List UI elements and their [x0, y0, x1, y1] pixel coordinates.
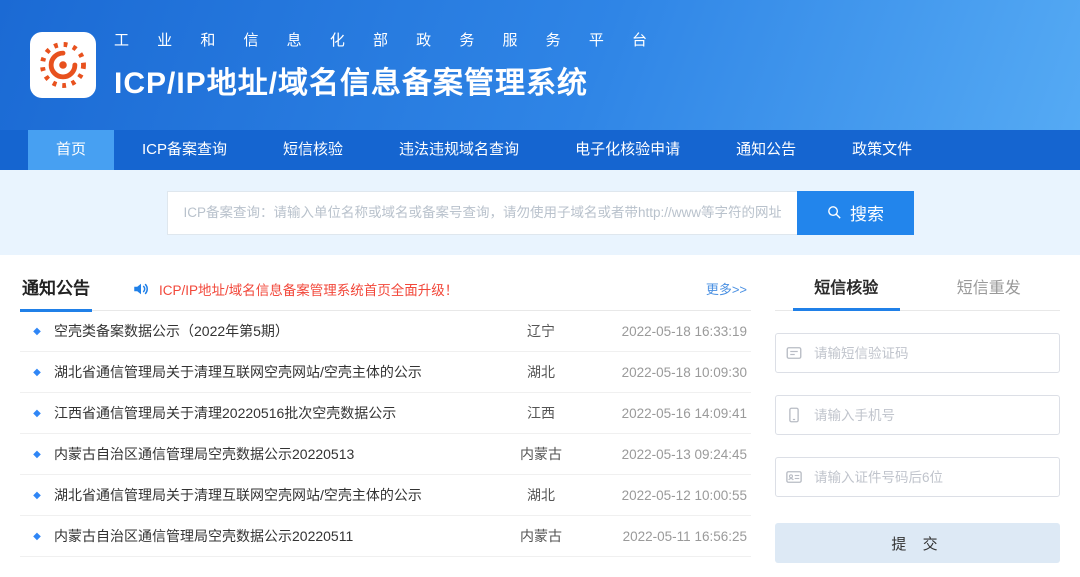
site-header: 工 业 和 信 息 化 部 政 务 服 务 平 台 ICP/IP地址/域名信息备…: [0, 0, 1080, 130]
nav-item-notices[interactable]: 通知公告: [708, 130, 824, 170]
main-nav: 首页 ICP备案查询 短信核验 违法违规域名查询 电子化核验申请 通知公告 政策…: [0, 130, 1080, 170]
diamond-bullet-icon: ◆: [20, 367, 54, 378]
diamond-bullet-icon: ◆: [20, 326, 54, 337]
notice-title[interactable]: 江西省通信管理局关于清理20220516批次空壳数据公示: [54, 403, 496, 423]
header-text: 工 业 和 信 息 化 部 政 务 服 务 平 台 ICP/IP地址/域名信息备…: [114, 29, 659, 102]
more-link[interactable]: 更多>>: [706, 279, 751, 298]
site-logo: [30, 32, 96, 98]
notice-title[interactable]: 内蒙古自治区通信管理局空壳数据公示20220511: [54, 526, 496, 546]
notice-datetime: 2022-05-18 10:09:30: [586, 365, 751, 380]
notice-datetime: 2022-05-12 10:00:55: [586, 488, 751, 503]
speaker-icon: [132, 280, 150, 298]
announcement-banner[interactable]: ICP/IP地址/域名信息备案管理系统首页全面升级！: [132, 279, 458, 299]
notice-datetime: 2022-05-13 09:24:45: [586, 447, 751, 462]
phone-icon: [785, 406, 803, 424]
sms-code-field-wrap: [775, 333, 1060, 373]
notice-title[interactable]: 空壳类备案数据公示（2022年第5期）: [54, 321, 496, 341]
notice-province: 辽宁: [496, 321, 586, 341]
phone-input[interactable]: [775, 395, 1060, 435]
sms-code-icon: [785, 344, 803, 362]
id-number-field-wrap: [775, 457, 1060, 497]
notices-section: 通知公告 ICP/IP地址/域名信息备案管理系统首页全面升级！ 更多>> ◆ 空…: [20, 267, 751, 563]
search-icon: [826, 204, 843, 221]
notice-row[interactable]: ◆ 湖北省通信管理局关于清理互联网空壳网站/空壳主体的公示 湖北 2022-05…: [20, 475, 751, 516]
main-content: 通知公告 ICP/IP地址/域名信息备案管理系统首页全面升级！ 更多>> ◆ 空…: [0, 255, 1080, 563]
phone-field-wrap: [775, 395, 1060, 435]
notice-datetime: 2022-05-18 16:33:19: [586, 324, 751, 339]
sms-code-input[interactable]: [775, 333, 1060, 373]
nav-item-illegal-domain-query[interactable]: 违法违规域名查询: [371, 130, 547, 170]
notice-datetime: 2022-05-16 14:09:41: [586, 406, 751, 421]
notice-row[interactable]: ◆ 内蒙古自治区通信管理局空壳数据公示20220511 内蒙古 2022-05-…: [20, 516, 751, 557]
notices-header: 通知公告 ICP/IP地址/域名信息备案管理系统首页全面升级！ 更多>>: [20, 267, 751, 311]
notice-row[interactable]: ◆ 内蒙古自治区通信管理局空壳数据公示20220513 内蒙古 2022-05-…: [20, 434, 751, 475]
diamond-bullet-icon: ◆: [20, 490, 54, 501]
notice-row[interactable]: ◆ 江西省通信管理局关于清理20220516批次空壳数据公示 江西 2022-0…: [20, 393, 751, 434]
search-button[interactable]: 搜索: [797, 191, 914, 235]
sms-panel: 短信核验 短信重发: [775, 267, 1060, 563]
search-button-label: 搜索: [850, 200, 884, 225]
nav-item-policy-files[interactable]: 政策文件: [824, 130, 940, 170]
notice-row[interactable]: ◆ 空壳类备案数据公示（2022年第5期） 辽宁 2022-05-18 16:3…: [20, 311, 751, 352]
submit-button[interactable]: 提 交: [775, 523, 1060, 563]
notice-province: 内蒙古: [496, 444, 586, 464]
nav-item-sms-verify[interactable]: 短信核验: [255, 130, 371, 170]
search-box: 搜索: [167, 191, 914, 235]
announcement-banner-text: ICP/IP地址/域名信息备案管理系统首页全面升级！: [159, 279, 458, 299]
nav-item-icp-query[interactable]: ICP备案查询: [114, 130, 255, 170]
notices-title: 通知公告: [20, 267, 92, 311]
tab-sms-resend[interactable]: 短信重发: [918, 267, 1061, 310]
id-number-input[interactable]: [775, 457, 1060, 497]
tab-sms-verify[interactable]: 短信核验: [775, 267, 918, 310]
notice-title[interactable]: 湖北省通信管理局关于清理互联网空壳网站/空壳主体的公示: [54, 485, 496, 505]
id-card-icon: [785, 468, 803, 486]
notice-title[interactable]: 内蒙古自治区通信管理局空壳数据公示20220513: [54, 444, 496, 464]
notice-province: 湖北: [496, 362, 586, 382]
page-title: ICP/IP地址/域名信息备案管理系统: [114, 58, 659, 102]
notice-province: 内蒙古: [496, 526, 586, 546]
notice-province: 湖北: [496, 485, 586, 505]
miit-logo-icon: [36, 38, 90, 92]
notice-row[interactable]: ◆ 湖北省通信管理局关于清理互联网空壳网站/空壳主体的公示 湖北 2022-05…: [20, 352, 751, 393]
nav-item-electronic-verify[interactable]: 电子化核验申请: [547, 130, 708, 170]
search-input[interactable]: [167, 191, 797, 235]
diamond-bullet-icon: ◆: [20, 531, 54, 542]
diamond-bullet-icon: ◆: [20, 408, 54, 419]
notice-title[interactable]: 湖北省通信管理局关于清理互联网空壳网站/空壳主体的公示: [54, 362, 496, 382]
notice-datetime: 2022-05-11 16:56:25: [586, 529, 751, 544]
search-band: 搜索: [0, 170, 1080, 255]
platform-name: 工 业 和 信 息 化 部 政 务 服 务 平 台: [114, 29, 659, 50]
diamond-bullet-icon: ◆: [20, 449, 54, 460]
notice-province: 江西: [496, 403, 586, 423]
sms-tabs: 短信核验 短信重发: [775, 267, 1060, 311]
nav-item-home[interactable]: 首页: [28, 130, 114, 170]
